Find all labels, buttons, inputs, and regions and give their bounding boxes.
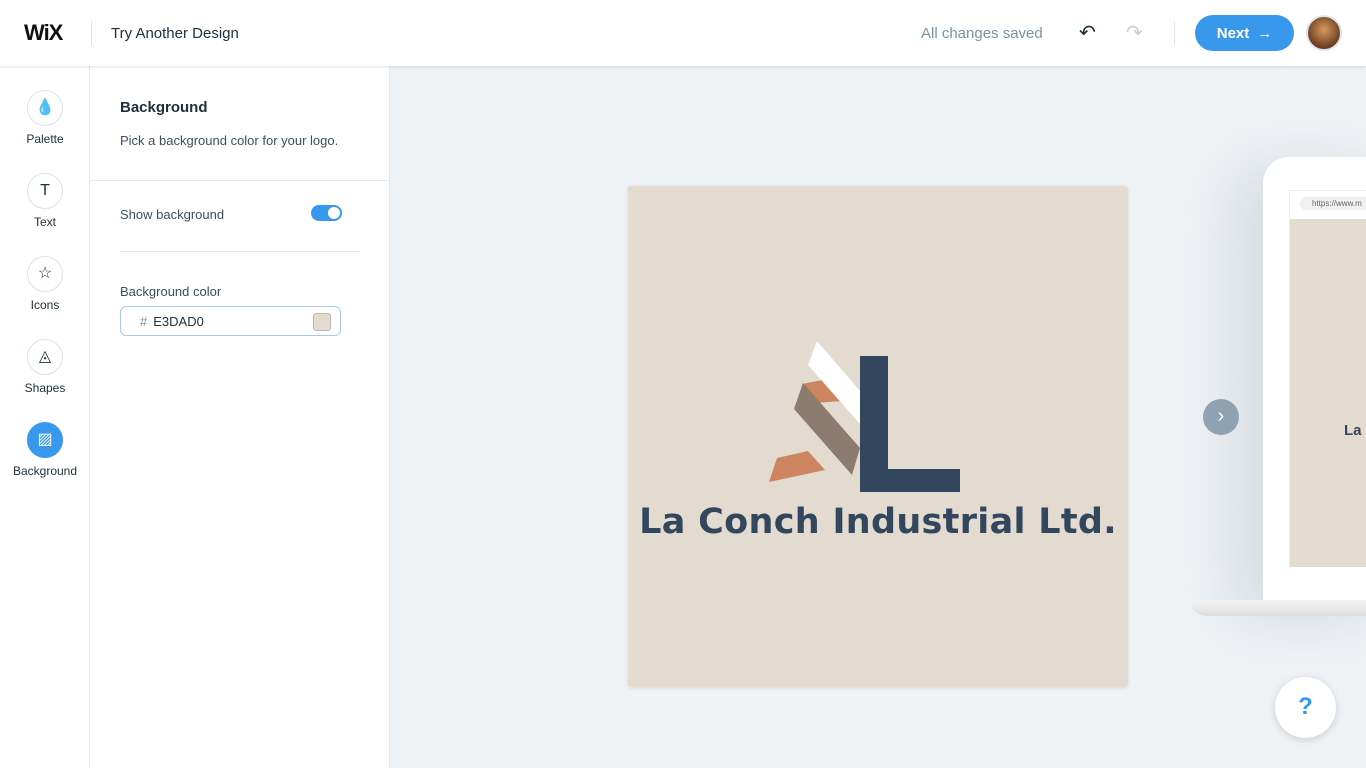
shapes-icon: ◬ [27, 339, 63, 375]
text-icon: T [27, 173, 63, 209]
rail-item-label: Icons [30, 298, 60, 312]
panel-title: Background [120, 99, 208, 116]
show-background-label: Show background [120, 207, 225, 222]
preview-body: La [1290, 219, 1366, 567]
logo-mark [769, 341, 960, 492]
star-icon: ☆ [27, 256, 63, 292]
rail-item-label: Shapes [24, 381, 66, 395]
color-swatch[interactable] [313, 313, 331, 331]
divider [90, 180, 390, 181]
show-background-toggle[interactable] [311, 205, 342, 221]
save-status: All changes saved [921, 25, 1043, 42]
laptop-base [1190, 600, 1366, 616]
rail-item-label: Text [33, 215, 56, 229]
rail-item-background[interactable]: ▨ Background [0, 422, 90, 478]
hash-symbol: # [140, 314, 148, 329]
wix-logo[interactable]: WiX [24, 20, 63, 46]
brand-name: La Conch Industrial Ltd. [639, 502, 1117, 542]
arrow-right-icon: → [1257, 24, 1273, 42]
avatar[interactable] [1306, 15, 1342, 51]
divider [120, 251, 360, 252]
next-label: Next [1216, 24, 1250, 42]
redo-icon[interactable]: ↷ [1126, 20, 1143, 45]
try-another-design-link[interactable]: Try Another Design [111, 25, 239, 42]
background-color-input[interactable]: # E3DAD0 [120, 306, 341, 336]
rail-item-label: Palette [26, 132, 64, 146]
logo-orange-bottom [769, 451, 825, 482]
top-bar: WiX Try Another Design All changes saved… [0, 0, 1366, 66]
rail-item-text[interactable]: T Text [0, 173, 90, 229]
rail-item-palette[interactable]: 💧 Palette [0, 90, 90, 146]
preview-brand: La [1344, 422, 1362, 439]
next-button[interactable]: Next → [1195, 15, 1294, 51]
undo-icon[interactable]: ↶ [1079, 20, 1096, 45]
rail-item-label: Background [12, 464, 78, 478]
logo-letter-l [860, 356, 960, 492]
help-button[interactable]: ? [1275, 677, 1336, 738]
rail-item-shapes[interactable]: ◬ Shapes [0, 339, 90, 395]
preview-url: https://www.m [1300, 197, 1366, 210]
background-panel: Background Pick a background color for y… [90, 66, 390, 768]
drop-icon: 💧 [27, 90, 63, 126]
background-icon: ▨ [27, 422, 63, 458]
rail-item-icons[interactable]: ☆ Icons [0, 256, 90, 312]
color-value: E3DAD0 [153, 314, 204, 329]
panel-description: Pick a background color for your logo. [120, 133, 339, 148]
laptop-preview[interactable]: https://www.m La [1263, 157, 1366, 607]
divider [91, 21, 92, 45]
tool-rail: 💧 Palette T Text ☆ Icons ◬ Shapes ▨ Backgroun… [0, 66, 90, 768]
divider [1174, 21, 1175, 45]
logo-canvas: La Conch Industrial Ltd. [628, 186, 1128, 687]
chevron-right-icon[interactable]: › [1203, 399, 1239, 435]
background-color-label: Background color [120, 284, 222, 299]
preview-screen: https://www.m La [1289, 190, 1366, 567]
